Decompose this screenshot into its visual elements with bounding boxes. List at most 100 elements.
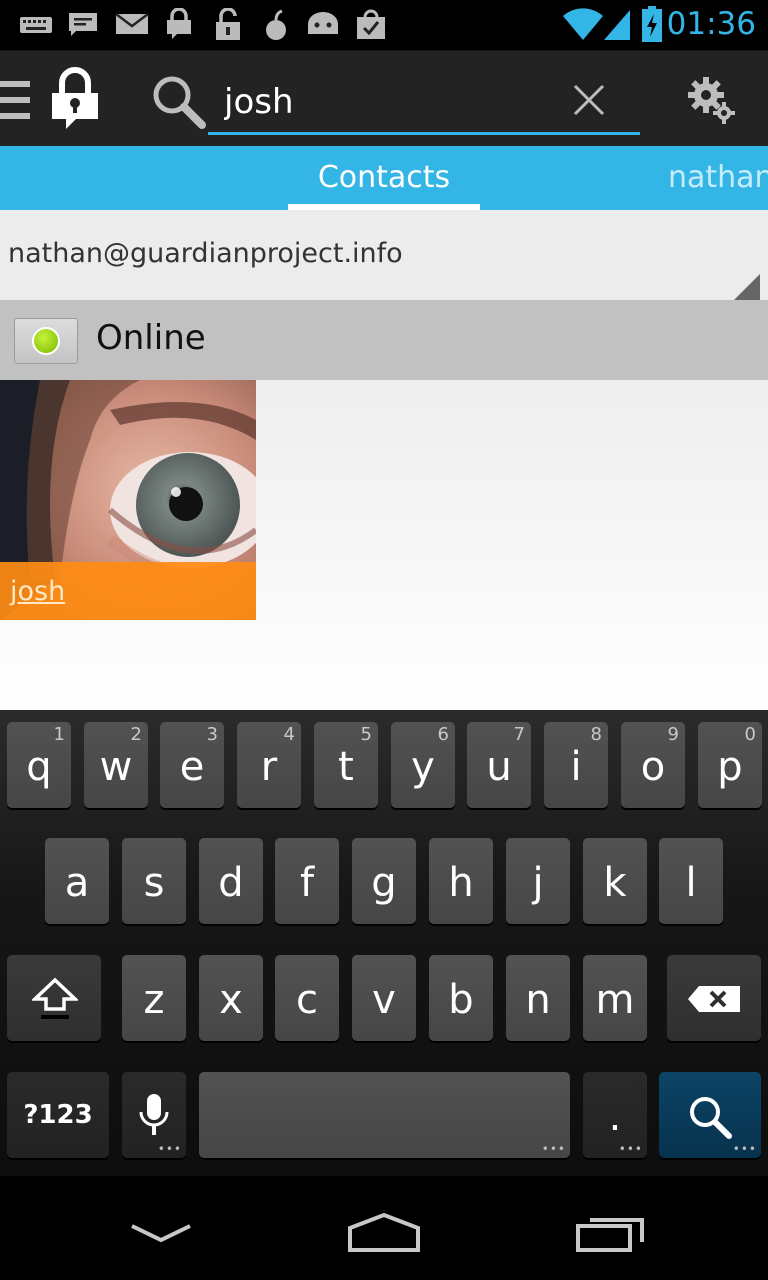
key-q[interactable]: 1q: [7, 722, 71, 808]
key-label: n: [525, 977, 551, 1023]
key-f[interactable]: f: [275, 838, 339, 924]
key-hint: 2: [130, 724, 142, 745]
chat-lock-icon[interactable]: [48, 67, 102, 133]
key-c[interactable]: c: [275, 955, 339, 1041]
key-n[interactable]: n: [506, 955, 570, 1041]
key-label: x: [219, 977, 243, 1023]
tab-contacts[interactable]: Contacts: [288, 146, 480, 210]
key-label: s: [143, 860, 165, 906]
key-g[interactable]: g: [352, 838, 416, 924]
action-bar: [0, 50, 768, 146]
key-d[interactable]: d: [199, 838, 263, 924]
key-label: d: [218, 860, 244, 906]
key-label: f: [299, 860, 315, 906]
key-label: o: [640, 744, 666, 790]
key-label: w: [99, 744, 133, 790]
close-icon[interactable]: [572, 83, 606, 117]
shift-key[interactable]: [7, 955, 101, 1041]
key-hint: 1: [53, 724, 65, 745]
key-label: ?123: [23, 1100, 93, 1130]
key-j[interactable]: j: [506, 838, 570, 924]
lock-chat-icon: [167, 8, 191, 39]
key-e[interactable]: 3e: [160, 722, 224, 808]
symbols-key[interactable]: ?123: [7, 1072, 109, 1158]
contact-tile[interactable]: josh: [0, 380, 256, 620]
gear-icon[interactable]: [688, 77, 736, 125]
key-i[interactable]: 8i: [544, 722, 608, 808]
home-icon[interactable]: [344, 1210, 424, 1254]
key-hint: 3: [206, 724, 218, 745]
space-key[interactable]: •••: [199, 1072, 570, 1158]
key-label: u: [486, 744, 512, 790]
search-icon[interactable]: [150, 73, 206, 129]
key-m[interactable]: m: [583, 955, 647, 1041]
key-w[interactable]: 2w: [84, 722, 148, 808]
key-b[interactable]: b: [429, 955, 493, 1041]
tab-nathan[interactable]: nathan: [668, 146, 768, 210]
navigation-bar: [0, 1176, 768, 1280]
key-k[interactable]: k: [583, 838, 647, 924]
bomb-icon: [266, 9, 286, 40]
backspace-icon: [688, 986, 740, 1012]
key-label: r: [260, 744, 278, 790]
key-u[interactable]: 7u: [467, 722, 531, 808]
more-options-dots: •••: [541, 1142, 566, 1156]
key-r[interactable]: 4r: [237, 722, 301, 808]
account-spinner[interactable]: nathan@guardianproject.info: [8, 228, 760, 302]
search-input[interactable]: [224, 77, 554, 127]
keyboard-icon: [20, 17, 52, 33]
key-label: z: [143, 977, 165, 1023]
recents-icon[interactable]: [574, 1214, 646, 1254]
key-hint: 9: [667, 724, 679, 745]
key-y[interactable]: 6y: [391, 722, 455, 808]
key-hint: 0: [744, 724, 756, 745]
key-label: v: [372, 977, 396, 1023]
key-p[interactable]: 0p: [698, 722, 762, 808]
key-l[interactable]: l: [659, 838, 723, 924]
battery-charging-icon: [642, 6, 662, 42]
key-a[interactable]: a: [45, 838, 109, 924]
key-hint: 8: [590, 724, 602, 745]
key-t[interactable]: 5t: [314, 722, 378, 808]
search-key[interactable]: •••: [659, 1072, 761, 1158]
key-hint: 6: [437, 724, 449, 745]
key-label: p: [717, 744, 743, 790]
back-chevron-icon[interactable]: [128, 1222, 194, 1246]
key-label: t: [338, 744, 354, 790]
key-label: k: [603, 860, 627, 906]
presence-row: Online: [0, 300, 768, 380]
online-status-icon: [32, 327, 60, 355]
wifi-icon: [563, 8, 603, 40]
delete-key[interactable]: [667, 955, 761, 1041]
soft-keyboard: 1q 2w 3e 4r 5t 6y 7u 8i 9o 0p a s d f g …: [0, 710, 768, 1176]
key-label: i: [570, 744, 582, 790]
key-z[interactable]: z: [122, 955, 186, 1041]
tab-nathan-label: nathan: [668, 160, 768, 195]
key-label: c: [296, 977, 318, 1023]
tab-strip: Contacts nathan: [0, 146, 768, 210]
shift-icon: [32, 977, 78, 1019]
contact-name[interactable]: josh: [10, 576, 65, 607]
more-options-dots: •••: [732, 1142, 757, 1156]
android-icon: [308, 12, 338, 34]
more-options-dots: •••: [157, 1142, 182, 1156]
key-s[interactable]: s: [122, 838, 186, 924]
presence-status-button[interactable]: [14, 318, 78, 364]
menu-icon[interactable]: [0, 77, 34, 123]
key-label: g: [371, 860, 397, 906]
message-icon: [69, 13, 97, 36]
search-field[interactable]: [208, 73, 640, 135]
key-label: a: [64, 860, 90, 906]
account-row: nathan@guardianproject.info: [0, 210, 768, 302]
mic-key[interactable]: •••: [122, 1072, 186, 1158]
key-label: .: [608, 1094, 622, 1140]
key-v[interactable]: v: [352, 955, 416, 1041]
search-icon: [690, 1097, 732, 1139]
key-h[interactable]: h: [429, 838, 493, 924]
clock: 01:36: [666, 6, 756, 42]
key-x[interactable]: x: [199, 955, 263, 1041]
key-label: m: [595, 977, 635, 1023]
key-label: h: [448, 860, 474, 906]
period-key[interactable]: . •••: [583, 1072, 647, 1158]
key-o[interactable]: 9o: [621, 722, 685, 808]
